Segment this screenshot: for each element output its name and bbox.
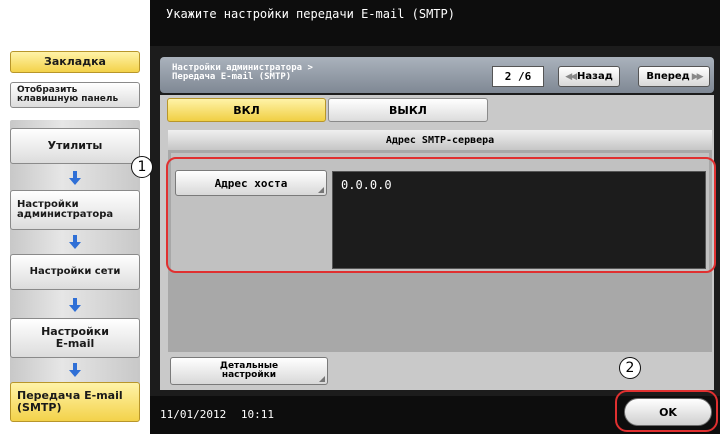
back-button[interactable]: ◀◀ Назад — [558, 66, 620, 87]
path-item-label: Настройки администратора — [17, 198, 114, 220]
callout-marker-2: 2 — [619, 357, 641, 379]
toggle-on-button[interactable]: ВКЛ — [167, 98, 326, 122]
down-arrow-icon — [64, 171, 86, 185]
path-item-label: Настройки E-mail — [41, 325, 109, 350]
path-item-admin-settings[interactable]: Настройки администратора — [10, 190, 140, 230]
show-keyboard-button[interactable]: Отобразить клавишную панель — [10, 82, 140, 108]
callout-highlight-2 — [615, 390, 718, 432]
path-item-label: Настройки сети — [29, 265, 121, 277]
toggle-off-button[interactable]: ВЫКЛ — [328, 98, 488, 122]
breadcrumb-bar: Настройки администратора > Передача E-ma… — [160, 57, 714, 93]
breadcrumb: Настройки администратора > Передача E-ma… — [172, 64, 313, 82]
double-chevron-left-icon: ◀◀ — [565, 71, 577, 82]
path-item-label: Передача E-mail (SMTP) — [17, 389, 123, 414]
down-arrow-icon — [64, 298, 86, 312]
left-sidebar: Закладка Отобразить клавишную панель Ути… — [0, 0, 150, 434]
down-arrow-icon — [64, 235, 86, 249]
path-item-email-settings[interactable]: Настройки E-mail — [10, 318, 140, 358]
title-bar: Укажите настройки передачи E-mail (SMTP) — [150, 0, 720, 46]
detail-settings-button[interactable]: Детальные настройки — [170, 357, 328, 385]
page-title: Укажите настройки передачи E-mail (SMTP) — [166, 7, 455, 21]
date-text: 11/01/2012 — [160, 408, 227, 421]
bookmark-label: Закладка — [44, 55, 106, 69]
path-item-network-settings[interactable]: Настройки сети — [10, 254, 140, 290]
double-chevron-right-icon: ▶▶ — [691, 71, 704, 82]
bookmark-button[interactable]: Закладка — [10, 51, 140, 73]
datetime: 11/01/2012 10:11 — [160, 408, 274, 421]
corner-triangle-icon — [319, 376, 325, 382]
detail-line-2: настройки — [221, 370, 277, 380]
back-label: Назад — [577, 71, 613, 82]
detail-settings-label: Детальные настройки — [220, 362, 278, 380]
path-item-smtp-current[interactable]: Передача E-mail (SMTP) — [10, 382, 140, 422]
path-item-label: Утилиты — [47, 139, 103, 153]
callout-marker-1: 1 — [131, 156, 153, 178]
time-text: 10:11 — [240, 408, 274, 421]
forward-button[interactable]: Вперед ▶▶ — [638, 66, 710, 87]
smtp-group-title: Адрес SMTP-сервера — [168, 130, 712, 150]
down-arrow-icon — [64, 363, 86, 377]
forward-label: Вперед — [646, 71, 690, 82]
callout-highlight-1 — [166, 157, 716, 273]
path-item-utilities[interactable]: Утилиты — [10, 128, 140, 164]
show-keyboard-label: Отобразить клавишную панель — [17, 84, 119, 104]
breadcrumb-line-2: Передача E-mail (SMTP) — [172, 72, 292, 82]
page-indicator: 2 /6 — [492, 66, 544, 87]
